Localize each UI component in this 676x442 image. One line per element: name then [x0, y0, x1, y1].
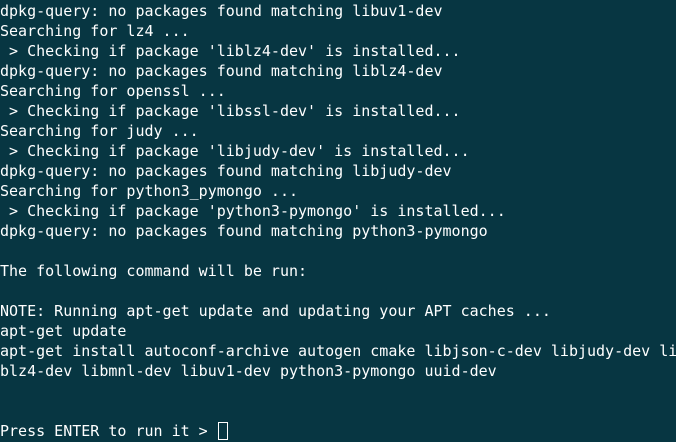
block-cursor[interactable] — [217, 422, 228, 440]
terminal-output: dpkg-query: no packages found matching l… — [0, 1, 676, 441]
terminal-line: blz4-dev libmnl-dev libuv1-dev python3-p… — [0, 362, 497, 380]
terminal-line: NOTE: Running apt-get update and updatin… — [0, 302, 551, 320]
terminal-line: dpkg-query: no packages found matching l… — [0, 162, 452, 180]
prompt-text: Press ENTER to run it > — [0, 422, 217, 440]
terminal-line: apt-get install autoconf-archive autogen… — [0, 342, 676, 360]
terminal-line: > Checking if package 'python3-pymongo' … — [0, 202, 506, 220]
terminal-line: The following command will be run: — [0, 262, 308, 280]
prompt-line[interactable]: Press ENTER to run it > — [0, 421, 676, 441]
terminal-line: dpkg-query: no packages found matching l… — [0, 62, 443, 80]
terminal-line: apt-get update — [0, 322, 127, 340]
terminal-line: > Checking if package 'libssl-dev' is in… — [0, 102, 461, 120]
terminal-line: Searching for judy ... — [0, 122, 199, 140]
terminal-line: Searching for lz4 ... — [0, 22, 190, 40]
terminal-line: > Checking if package 'libjudy-dev' is i… — [0, 142, 470, 160]
terminal-line: > Checking if package 'liblz4-dev' is in… — [0, 42, 461, 60]
terminal-line: Searching for python3_pymongo ... — [0, 182, 299, 200]
terminal-line: dpkg-query: no packages found matching l… — [0, 2, 443, 20]
terminal-line: dpkg-query: no packages found matching p… — [0, 222, 488, 240]
terminal-line: Searching for openssl ... — [0, 82, 226, 100]
terminal-window[interactable]: dpkg-query: no packages found matching l… — [0, 0, 676, 442]
